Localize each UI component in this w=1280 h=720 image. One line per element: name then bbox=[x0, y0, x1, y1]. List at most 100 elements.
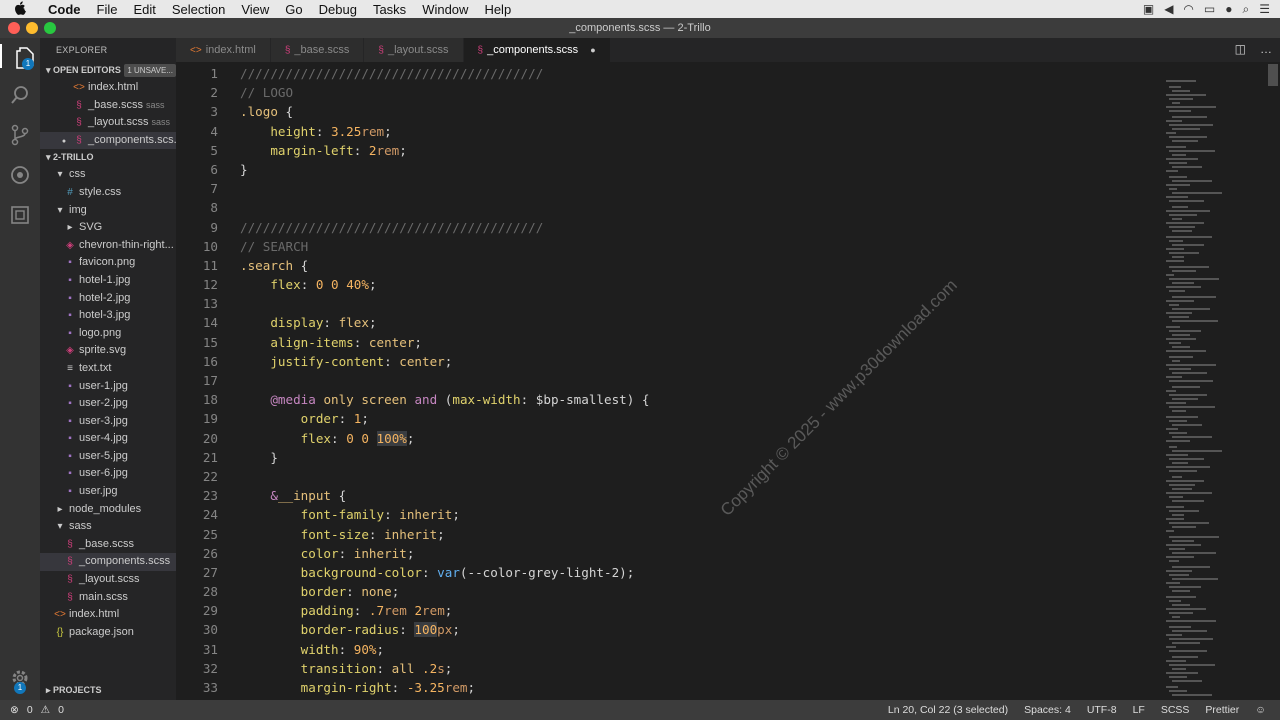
code-line[interactable]: 21 } bbox=[176, 448, 1166, 467]
menu-code[interactable]: Code bbox=[40, 2, 89, 17]
code-line[interactable]: 24 font-family: inherit; bbox=[176, 505, 1166, 524]
code-line[interactable]: 31 width: 90%; bbox=[176, 640, 1166, 659]
notification-center-icon[interactable]: ☰ bbox=[1259, 2, 1270, 17]
code-line[interactable]: 13 bbox=[176, 294, 1166, 313]
volume-icon[interactable]: ◀ bbox=[1164, 2, 1173, 17]
explorer-icon[interactable]: 1 bbox=[0, 44, 40, 70]
file-item[interactable]: ▪ favicon.png bbox=[40, 254, 176, 272]
menu-debug[interactable]: Debug bbox=[311, 2, 365, 17]
wifi-icon[interactable]: ◠ bbox=[1183, 2, 1193, 17]
code-line[interactable]: 25 font-size: inherit; bbox=[176, 525, 1166, 544]
file-item[interactable]: ▪ user-3.jpg bbox=[40, 413, 176, 431]
code-line[interactable]: 2 // LOGO bbox=[176, 83, 1166, 102]
file-item[interactable]: {} package.json bbox=[40, 624, 176, 642]
editor-tab[interactable]: § _layout.scss bbox=[364, 38, 464, 62]
folder-item[interactable]: ▸ SVG bbox=[40, 219, 176, 237]
code-line[interactable]: 11 .search { bbox=[176, 256, 1166, 275]
code-line[interactable]: 9 ///////////////////////////////////////… bbox=[176, 218, 1166, 237]
open-editor-item[interactable]: ● § _components.scs... bbox=[40, 131, 176, 150]
projects-header[interactable]: ▸ PROJECTS bbox=[40, 682, 176, 699]
encoding[interactable]: UTF-8 bbox=[1087, 704, 1117, 716]
open-editor-item[interactable]: § _base.scss sass bbox=[40, 97, 176, 115]
more-actions-icon[interactable]: … bbox=[1260, 42, 1272, 56]
feedback-smiley-icon[interactable]: ☺ bbox=[1255, 704, 1266, 716]
menu-view[interactable]: View bbox=[233, 2, 277, 17]
file-item[interactable]: ≡ text.txt bbox=[40, 360, 176, 378]
code-line[interactable]: 23 &__input { bbox=[176, 486, 1166, 505]
file-item[interactable]: ▪ hotel-2.jpg bbox=[40, 290, 176, 308]
close-window-icon[interactable] bbox=[8, 22, 20, 34]
code-line[interactable]: 6} bbox=[176, 160, 1166, 179]
scrollbar-thumb[interactable] bbox=[1268, 64, 1278, 86]
code-line[interactable]: 18 @media only screen and (max-width: $b… bbox=[176, 390, 1166, 409]
code-line[interactable]: 20 flex: 0 0 100%; bbox=[176, 429, 1166, 448]
code-line[interactable]: 15 align-items: center; bbox=[176, 333, 1166, 352]
file-item[interactable]: § main.scss bbox=[40, 589, 176, 607]
file-item[interactable]: ▪ hotel-3.jpg bbox=[40, 307, 176, 325]
file-item[interactable]: ◈ sprite.svg bbox=[40, 342, 176, 360]
unsaved-dot-icon[interactable]: ● bbox=[590, 45, 595, 55]
code-editor[interactable]: 1 ///////////////////////////////////////… bbox=[176, 64, 1166, 700]
debug-icon[interactable] bbox=[8, 164, 32, 188]
code-line[interactable]: 14 display: flex; bbox=[176, 313, 1166, 332]
menu-edit[interactable]: Edit bbox=[125, 2, 163, 17]
apple-icon[interactable] bbox=[0, 0, 40, 18]
file-item[interactable]: § _components.scss bbox=[40, 553, 176, 572]
menu-help[interactable]: Help bbox=[476, 2, 519, 17]
code-line[interactable]: 33 margin-right: -3.25rem; bbox=[176, 678, 1166, 697]
file-item[interactable]: # style.css bbox=[40, 184, 176, 202]
file-item[interactable]: § _base.scss bbox=[40, 536, 176, 554]
unsaved-dot-icon[interactable]: ● bbox=[58, 133, 70, 150]
folder-item[interactable]: ▾ sass bbox=[40, 518, 176, 536]
formatter[interactable]: Prettier bbox=[1205, 704, 1239, 716]
code-line[interactable]: 1 ///////////////////////////////////////… bbox=[176, 64, 1166, 83]
editor-tab[interactable]: <> index.html bbox=[176, 38, 271, 62]
editor-tab[interactable]: § _base.scss bbox=[270, 38, 365, 62]
menu-window[interactable]: Window bbox=[414, 2, 476, 17]
folder-item[interactable]: ▸ node_modules bbox=[40, 501, 176, 519]
battery-icon[interactable]: ▭ bbox=[1204, 2, 1215, 17]
extensions-icon[interactable] bbox=[8, 204, 32, 228]
file-item[interactable]: ▪ user.jpg bbox=[40, 483, 176, 501]
code-line[interactable]: 3 .logo { bbox=[176, 102, 1166, 121]
menu-tasks[interactable]: Tasks bbox=[365, 2, 414, 17]
code-line[interactable]: 8 bbox=[176, 198, 1166, 217]
minimap[interactable] bbox=[1166, 64, 1266, 700]
screen-record-icon[interactable]: ▣ bbox=[1143, 2, 1154, 17]
open-editor-item[interactable]: <> index.html bbox=[40, 79, 176, 97]
code-line[interactable]: 28 border: none; bbox=[176, 582, 1166, 601]
code-line[interactable]: 16 justify-content: center; bbox=[176, 352, 1166, 371]
minimize-window-icon[interactable] bbox=[26, 22, 38, 34]
file-item[interactable]: ▪ hotel-1.jpg bbox=[40, 272, 176, 290]
menu-selection[interactable]: Selection bbox=[164, 2, 233, 17]
problems-indicator[interactable]: ⊗ 0 ⚠ 0 bbox=[0, 704, 64, 716]
settings-gear-icon[interactable]: 1 bbox=[8, 668, 32, 694]
code-line[interactable]: 4 height: 3.25rem; bbox=[176, 122, 1166, 141]
code-line[interactable]: 12 flex: 0 0 40%; bbox=[176, 275, 1166, 294]
code-line[interactable]: 30 border-radius: 100px; bbox=[176, 620, 1166, 639]
menu-file[interactable]: File bbox=[89, 2, 126, 17]
code-line[interactable]: 27 background-color: var(--color-grey-li… bbox=[176, 563, 1166, 582]
code-line[interactable]: 17 bbox=[176, 371, 1166, 390]
editor-tab[interactable]: § _components.scss ● bbox=[463, 38, 611, 62]
file-item[interactable]: ▪ user-6.jpg bbox=[40, 465, 176, 483]
cursor-position[interactable]: Ln 20, Col 22 (3 selected) bbox=[888, 704, 1008, 716]
source-control-icon[interactable] bbox=[8, 124, 32, 148]
file-item[interactable]: ▪ user-1.jpg bbox=[40, 378, 176, 396]
split-editor-icon[interactable]: ◫ bbox=[1235, 42, 1246, 56]
search-icon[interactable] bbox=[8, 84, 32, 108]
language-mode[interactable]: SCSS bbox=[1161, 704, 1190, 716]
code-line[interactable]: 19 order: 1; bbox=[176, 409, 1166, 428]
code-line[interactable]: 7 bbox=[176, 179, 1166, 198]
code-line[interactable]: 32 transition: all .2s; bbox=[176, 659, 1166, 678]
zoom-window-icon[interactable] bbox=[44, 22, 56, 34]
code-line[interactable]: 29 padding: .7rem 2rem; bbox=[176, 601, 1166, 620]
code-line[interactable]: 5 margin-left: 2rem; bbox=[176, 141, 1166, 160]
end-of-line[interactable]: LF bbox=[1133, 704, 1145, 716]
menu-go[interactable]: Go bbox=[277, 2, 310, 17]
project-header[interactable]: ▾ 2-TRILLO bbox=[40, 149, 176, 166]
spotlight-search-icon[interactable]: ⌕ bbox=[1243, 2, 1250, 17]
open-editor-item[interactable]: § _layout.scss sass bbox=[40, 114, 176, 132]
code-line[interactable]: 22 bbox=[176, 467, 1166, 486]
code-line[interactable]: 26 color: inherit; bbox=[176, 544, 1166, 563]
